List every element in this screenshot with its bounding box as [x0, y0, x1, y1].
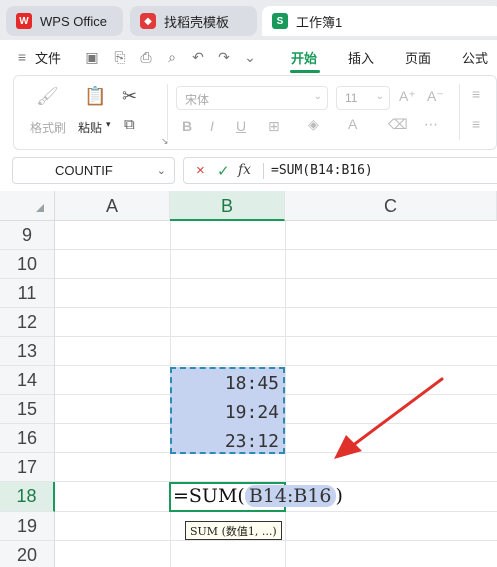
row-gridline — [55, 278, 497, 279]
cell-b16[interactable]: 23:12 — [225, 431, 279, 452]
chevron-down-icon[interactable]: ⌄ — [242, 49, 258, 65]
row-header-14[interactable]: 14 — [0, 366, 55, 395]
tab-formula[interactable]: 公式 — [462, 48, 488, 67]
column-header-b[interactable]: B — [170, 191, 285, 221]
row-gridline — [55, 307, 497, 308]
increase-font-icon[interactable]: A⁺ — [399, 88, 416, 105]
column-header-a[interactable]: A — [55, 191, 170, 221]
cell-b15[interactable]: 19:24 — [225, 402, 279, 423]
chevron-down-icon: ⌄ — [375, 91, 384, 102]
row-header-19[interactable]: 19 — [0, 512, 55, 541]
tab-insert[interactable]: 插入 — [348, 48, 374, 67]
menu-bar: ≡ 文件 ▣ ⎘ ⎙ ⌕ ↶ ↷ ⌄ 开始 插入 页面 公式 — [0, 40, 497, 74]
chevron-down-icon[interactable]: ▾ — [106, 119, 111, 130]
wps-logo-icon: W — [16, 13, 32, 29]
cut-icon[interactable]: ✂ — [122, 86, 137, 107]
row-gridline — [55, 336, 497, 337]
clear-format-icon[interactable]: ⌫ — [388, 116, 408, 133]
name-box[interactable]: COUNTIF ⌄ — [12, 157, 175, 184]
formula-suffix: ) — [335, 485, 343, 507]
redo-icon[interactable]: ↷ — [216, 49, 232, 65]
arrow-shaft — [346, 377, 444, 451]
insert-function-icon[interactable]: fx — [238, 162, 251, 178]
chevron-down-icon[interactable]: ⌄ — [157, 164, 166, 177]
formula-bar: × ✓ fx =SUM(B14:B16) — [183, 157, 497, 184]
tab-wps-office[interactable]: W WPS Office — [6, 6, 123, 36]
row-header-16[interactable]: 16 — [0, 424, 55, 453]
formula-input[interactable]: =SUM(B14:B16) — [271, 163, 373, 178]
italic-icon[interactable]: I — [210, 118, 214, 134]
spreadsheet-grid: A B C 9 10 11 12 13 14 15 16 17 18 19 20… — [0, 191, 497, 567]
arrow-head — [334, 435, 362, 459]
ribbon-separator — [459, 84, 460, 140]
ribbon-separator — [167, 84, 168, 140]
row-gridline — [55, 365, 497, 366]
select-all-icon — [36, 204, 44, 212]
tab-label: 找稻壳模板 — [164, 14, 230, 30]
font-name-value: 宋体 — [185, 93, 210, 107]
font-size-select[interactable]: 11 ⌄ — [336, 86, 390, 110]
tab-label: WPS Office — [40, 13, 107, 29]
print-preview-icon[interactable]: ⌕ — [164, 49, 180, 65]
tab-workbook[interactable]: S 工作簿1 — [262, 6, 497, 36]
print-icon[interactable]: ⎙ — [138, 49, 154, 65]
tab-label: 工作簿1 — [296, 14, 343, 30]
formula-separator — [263, 163, 264, 179]
format-painter-label[interactable]: 格式刷 — [30, 119, 66, 136]
row-header-12[interactable]: 12 — [0, 308, 55, 337]
border-icon[interactable]: ⊞ — [268, 118, 280, 135]
font-size-value: 11 — [345, 91, 358, 105]
docer-icon: ◆ — [140, 13, 156, 29]
save-icon[interactable]: ▣ — [84, 49, 100, 65]
formula-range-reference: B14:B16 — [244, 485, 336, 507]
row-header-9[interactable]: 9 — [0, 221, 55, 250]
row-gridline — [55, 249, 497, 250]
cell-editor[interactable]: =SUM(B14:B16) — [173, 485, 343, 507]
annotation-arrow-icon — [334, 377, 444, 459]
undo-icon[interactable]: ↶ — [190, 49, 206, 65]
more-icon[interactable]: ⋯ — [424, 116, 438, 133]
fill-color-icon[interactable]: ◈ — [308, 116, 319, 133]
copy-icon[interactable]: ⧉ — [124, 116, 135, 133]
ribbon: 🖌 格式刷 📋 粘贴 ▾ ✂ ⧉ ↘ 宋体 ⌄ 11 ⌄ A⁺ A⁻ B I U… — [13, 75, 497, 150]
row-header-10[interactable]: 10 — [0, 250, 55, 279]
paste-label[interactable]: 粘贴 — [78, 119, 102, 136]
paste-icon[interactable]: 📋 — [84, 86, 106, 107]
chevron-down-icon: ⌄ — [313, 91, 322, 102]
function-tooltip[interactable]: SUM (数值1, ...) — [185, 521, 282, 540]
align-left-icon[interactable]: ≡ — [472, 116, 480, 132]
export-icon[interactable]: ⎘ — [112, 49, 128, 65]
decrease-font-icon[interactable]: A⁻ — [427, 88, 444, 105]
row-header-11[interactable]: 11 — [0, 279, 55, 308]
column-header-c[interactable]: C — [285, 191, 497, 221]
tab-bar: W WPS Office ◆ 找稻壳模板 S 工作簿1 — [0, 0, 497, 40]
underline-icon[interactable]: U — [236, 118, 246, 134]
align-icon[interactable]: ≡ — [472, 86, 480, 102]
formula-prefix: =SUM( — [173, 485, 245, 507]
select-all-button[interactable] — [0, 191, 55, 221]
spreadsheet-icon: S — [272, 13, 288, 29]
font-name-select[interactable]: 宋体 ⌄ — [176, 86, 328, 110]
format-painter-icon[interactable]: 🖌 — [36, 86, 59, 107]
row-header-18[interactable]: 18 — [0, 482, 55, 512]
row-header-20[interactable]: 20 — [0, 541, 55, 567]
row-header-15[interactable]: 15 — [0, 395, 55, 424]
referenced-range[interactable]: 18:45 19:24 23:12 — [170, 367, 285, 454]
menu-icon[interactable]: ≡ — [14, 49, 30, 65]
row-header-13[interactable]: 13 — [0, 337, 55, 366]
tab-docer-templates[interactable]: ◆ 找稻壳模板 — [130, 6, 257, 36]
row-header-17[interactable]: 17 — [0, 453, 55, 482]
active-tab-indicator — [290, 70, 320, 73]
enter-icon[interactable]: ✓ — [217, 162, 230, 180]
tab-page[interactable]: 页面 — [405, 48, 431, 67]
cancel-icon[interactable]: × — [196, 162, 205, 179]
cell-b14[interactable]: 18:45 — [225, 373, 279, 394]
row-gridline — [55, 540, 497, 541]
menu-file[interactable]: 文件 — [35, 48, 61, 67]
font-color-icon[interactable]: A — [348, 116, 357, 132]
bold-icon[interactable]: B — [182, 118, 192, 134]
tab-home[interactable]: 开始 — [291, 48, 317, 67]
name-box-value: COUNTIF — [55, 163, 113, 178]
